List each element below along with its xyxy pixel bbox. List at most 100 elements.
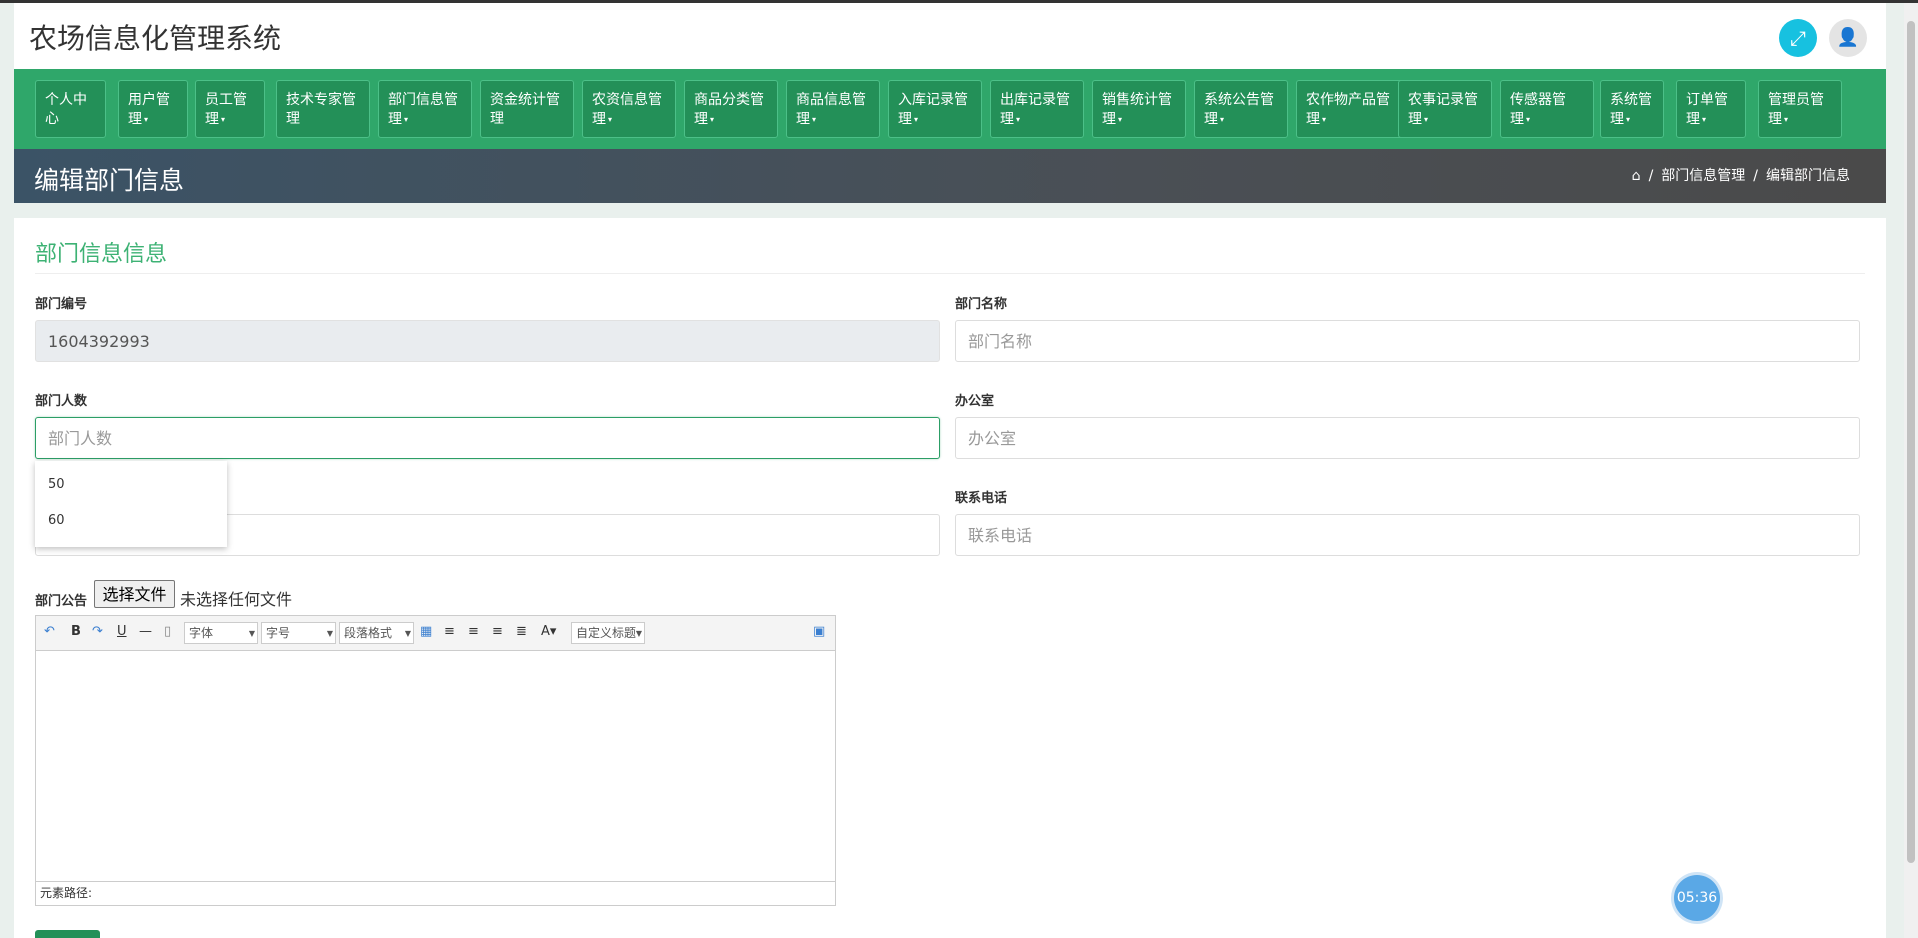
nav-item[interactable]: 农资信息管 理 ▾ (582, 80, 676, 138)
element-path-label: 元素路径: (40, 886, 93, 900)
dept-count-input[interactable] (35, 417, 940, 459)
nav-item[interactable]: 农作物产品管 理 ▾ (1296, 80, 1410, 138)
nav-item[interactable]: 部门信息管 理 ▾ (378, 80, 472, 138)
submit-button[interactable] (35, 930, 100, 938)
chevron-down-icon: ▾ (1424, 115, 1429, 124)
chevron-down-icon: ▾ (1784, 115, 1789, 124)
chevron-down-icon: ▾ (1118, 115, 1123, 124)
dept-name-input[interactable] (955, 320, 1860, 362)
nav-item[interactable]: 入库记录管 理 ▾ (888, 80, 982, 138)
breadcrumb-item-current: 编辑部门信息 (1766, 168, 1850, 184)
nav-item[interactable]: 员工管 理 ▾ (195, 80, 265, 138)
custom-title-select[interactable]: 自定义标题 ▼ (571, 622, 645, 644)
nav-item-label: 部门信息管 理 (388, 92, 458, 128)
phone-input[interactable] (955, 514, 1860, 556)
nav-item[interactable]: 个人中 心 (35, 80, 106, 138)
fullscreen-icon[interactable]: ⤢ (1779, 19, 1817, 57)
table-icon[interactable]: ▦ (420, 624, 432, 639)
align-left-icon[interactable]: ≡ (444, 624, 455, 639)
nav-item-label: 个人中 心 (45, 92, 87, 127)
undo-icon[interactable]: ↶ (44, 624, 55, 639)
nav-item-label: 农资信息管 理 (592, 92, 662, 128)
chevron-down-icon: ▾ (221, 115, 226, 124)
breadcrumb: ⌂ / 部门信息管理 / 编辑部门信息 (1631, 168, 1850, 184)
dept-count-label: 部门人数 (35, 394, 88, 409)
nav-item-label: 商品分类管 理 (694, 92, 764, 128)
office-label: 办公室 (955, 394, 995, 409)
nav-item-label: 管理员管 理 (1768, 92, 1824, 128)
nav-item-label: 出库记录管 理 (1000, 92, 1070, 128)
nav-item[interactable]: 系统管 理 ▾ (1600, 80, 1664, 138)
font-family-select[interactable]: 字体 ▼ (184, 622, 258, 644)
chevron-down-icon: ▾ (1626, 115, 1631, 124)
page-header: 编辑部门信息 ⌂ / 部门信息管理 / 编辑部门信息 (14, 149, 1886, 203)
editor-toolbar: ↶ B ↷ U — ▯ 字体 ▼ 字号 ▼ 段落格式 ▼ ▦ ≡ ≡ ≡ ≣ A▾ 自… (36, 616, 835, 651)
align-center-icon[interactable]: ≡ (492, 624, 503, 639)
nav-item[interactable]: 农事记录管 理 ▾ (1398, 80, 1492, 138)
dept-no-input[interactable] (35, 320, 940, 362)
editor-status-bar: 元素路径: (36, 881, 835, 905)
scrollbar-thumb[interactable] (1907, 21, 1915, 863)
section-title: 部门信息信息 (35, 242, 168, 267)
autocomplete-option[interactable]: 60 (35, 503, 227, 539)
nav-item[interactable]: 技术专家管 理 (276, 80, 370, 138)
page-title: 编辑部门信息 (34, 166, 185, 195)
nav-item[interactable]: 商品分类管 理 ▾ (684, 80, 778, 138)
nav-item-label: 系统公告管 理 (1204, 92, 1274, 128)
nav-item-label: 系统管 理 (1610, 92, 1652, 128)
nav-item-label: 用户管 理 (128, 92, 170, 128)
nav-item-label: 农作物产品管 理 (1306, 92, 1390, 128)
custom-title-value: 自定义标题 (576, 626, 637, 640)
nav-item-label: 技术专家管 理 (286, 92, 356, 127)
rich-text-editor: ↶ B ↷ U — ▯ 字体 ▼ 字号 ▼ 段落格式 ▼ ▦ ≡ ≡ ≡ ≣ A▾ 自… (35, 615, 836, 906)
nav-item-label: 入库记录管 理 (898, 92, 968, 128)
form-card: 部门信息信息 部门编号 部门名称 部门人数 办公室 联系电话 50 60 部门公… (14, 218, 1886, 938)
chevron-down-icon: ▾ (1322, 115, 1327, 124)
notice-label: 部门公告 (35, 594, 88, 609)
redo-icon[interactable]: ↷ (92, 624, 103, 639)
font-size-value: 字号 (266, 626, 291, 640)
nav-item[interactable]: 管理员管 理 ▾ (1758, 80, 1842, 138)
align-justify-icon[interactable]: ≣ (516, 624, 527, 639)
autocomplete-option[interactable]: 50 (35, 467, 227, 503)
font-size-select[interactable]: 字号 ▼ (261, 622, 336, 644)
chevron-down-icon: ▾ (608, 115, 613, 124)
nav-item[interactable]: 订单管 理 ▾ (1676, 80, 1746, 138)
file-status-text: 未选择任何文件 (180, 590, 293, 609)
nav-item-label: 传感器管 理 (1510, 92, 1566, 128)
paste-icon[interactable]: ▯ (164, 624, 171, 639)
nav-item[interactable]: 销售统计管 理 ▾ (1092, 80, 1186, 138)
nav-item[interactable]: 商品信息管 理 ▾ (786, 80, 880, 138)
dept-no-label: 部门编号 (35, 297, 88, 312)
nav-item[interactable]: 出库记录管 理 ▾ (990, 80, 1084, 138)
chevron-down-icon: ▾ (404, 115, 409, 124)
choose-file-button[interactable]: 选择文件 (94, 580, 175, 608)
user-avatar-icon[interactable]: 👤 (1829, 19, 1867, 57)
breadcrumb-item-dept[interactable]: 部门信息管理 (1661, 168, 1745, 184)
nav-item[interactable]: 资金统计管 理 (480, 80, 574, 138)
autocomplete-dropdown: 50 60 (35, 461, 227, 547)
timer-badge[interactable]: 05:36 (1674, 875, 1720, 921)
underline-icon[interactable]: U (117, 624, 127, 639)
chevron-down-icon: ▾ (1702, 115, 1707, 124)
paragraph-format-select[interactable]: 段落格式 ▼ (339, 622, 414, 644)
office-input[interactable] (955, 417, 1860, 459)
horizontal-rule-icon[interactable]: — (139, 624, 152, 639)
nav-item[interactable]: 用户管 理 ▾ (118, 80, 188, 138)
nav-item[interactable]: 系统公告管 理 ▾ (1194, 80, 1288, 138)
nav-item-label: 销售统计管 理 (1102, 92, 1172, 128)
bold-icon[interactable]: B (71, 624, 81, 639)
main-nav: 个人中 心用户管 理 ▾ 员工管 理 ▾ 技术专家管 理部门信息管 理 ▾ 资金统计管 理农… (14, 69, 1886, 149)
home-icon[interactable]: ⌂ (1632, 168, 1641, 184)
fullscreen-editor-icon[interactable]: ▣ (813, 624, 825, 639)
chevron-down-icon: ▾ (1220, 115, 1225, 124)
chevron-down-icon: ▾ (710, 115, 715, 124)
app-title: 农场信息化管理系统 (29, 22, 282, 55)
page-scrollbar[interactable] (1904, 3, 1918, 938)
nav-item-label: 商品信息管 理 (796, 92, 866, 128)
nav-item[interactable]: 传感器管 理 ▾ (1500, 80, 1594, 138)
dept-name-label: 部门名称 (955, 297, 1008, 312)
font-color-icon[interactable]: A▾ (541, 624, 556, 639)
paragraph-format-value: 段落格式 (344, 626, 393, 640)
align-right-icon[interactable]: ≡ (468, 624, 479, 639)
